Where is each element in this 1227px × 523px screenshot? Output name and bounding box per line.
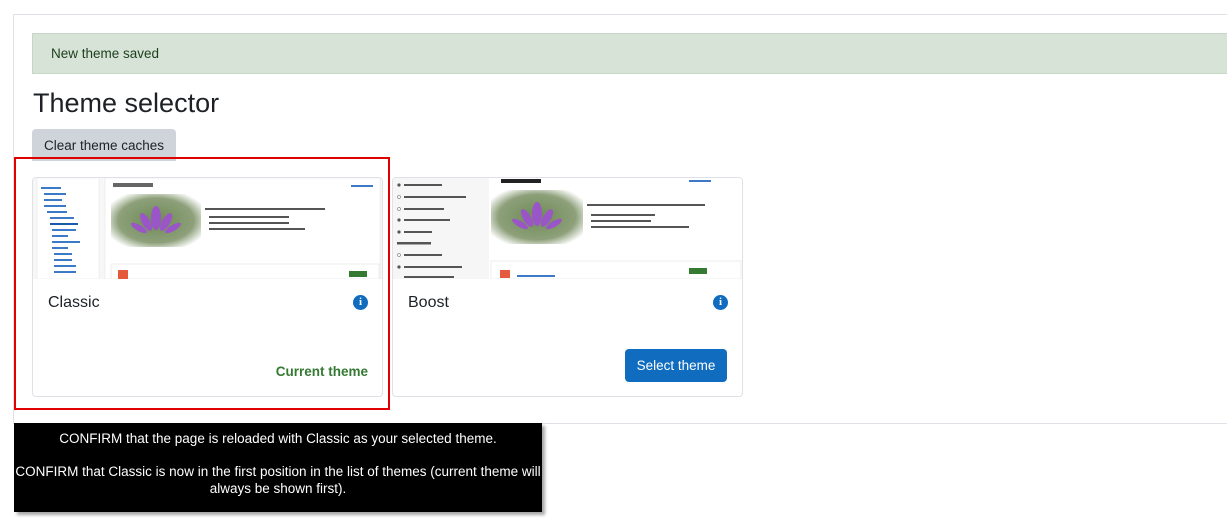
classic-screenshot[interactable] <box>33 178 382 279</box>
theme-name: Boost <box>408 294 449 311</box>
instruction-line-2: CONFIRM that Classic is now in the first… <box>15 464 541 496</box>
info-icon[interactable]: i <box>353 295 368 310</box>
theme-name: Classic <box>48 294 100 311</box>
page-title: Theme selector <box>33 88 220 118</box>
current-theme-label: Current theme <box>275 364 368 379</box>
boost-screenshot[interactable] <box>393 178 742 279</box>
theme-card-boost: Boost i Select theme <box>392 177 743 397</box>
theme-card-classic: Classic i Current theme <box>32 177 383 397</box>
instruction-callout: CONFIRM that the page is reloaded with C… <box>14 423 542 512</box>
instruction-line-1: CONFIRM that the page is reloaded with C… <box>59 431 497 446</box>
info-icon[interactable]: i <box>713 295 728 310</box>
clear-theme-caches-button[interactable]: Clear theme caches <box>32 129 176 161</box>
select-theme-button[interactable]: Select theme <box>625 349 727 382</box>
success-alert: New theme saved <box>32 33 1227 74</box>
alert-text: New theme saved <box>51 46 160 61</box>
